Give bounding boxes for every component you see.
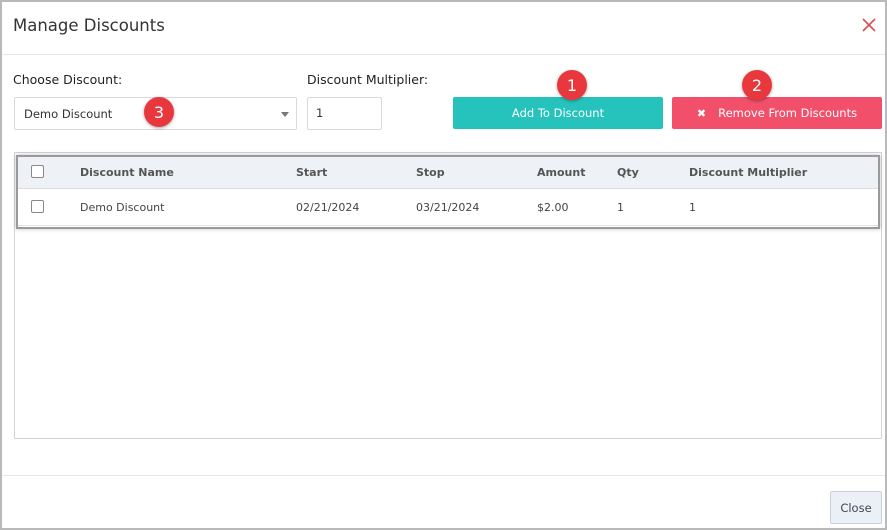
remove-from-discounts-label: Remove From Discounts bbox=[718, 106, 858, 120]
cell-discount-multiplier: 1 bbox=[689, 201, 696, 214]
add-to-discount-button[interactable]: Add To Discount bbox=[453, 97, 663, 129]
table-header-row: Discount Name Start Stop Amount Qty Disc… bbox=[18, 157, 878, 189]
manage-discounts-modal: Manage Discounts Choose Discount: Discou… bbox=[0, 0, 887, 530]
column-header-stop[interactable]: Stop bbox=[416, 157, 445, 189]
close-button-label: Close bbox=[840, 500, 872, 515]
column-header-discount-name[interactable]: Discount Name bbox=[80, 157, 174, 189]
modal-header: Manage Discounts bbox=[2, 2, 885, 55]
table-row[interactable]: Demo Discount 02/21/2024 03/21/2024 $2.0… bbox=[18, 190, 878, 226]
column-header-start[interactable]: Start bbox=[296, 157, 327, 189]
callout-badge-3: 3 bbox=[144, 97, 174, 127]
close-icon[interactable] bbox=[859, 15, 879, 35]
modal-footer-divider bbox=[2, 475, 885, 476]
choose-discount-value: Demo Discount bbox=[24, 107, 113, 121]
callout-badge-2: 2 bbox=[742, 70, 772, 100]
discount-multiplier-label: Discount Multiplier: bbox=[307, 72, 429, 87]
add-to-discount-label: Add To Discount bbox=[511, 106, 605, 120]
column-header-qty[interactable]: Qty bbox=[617, 157, 639, 189]
discounts-grid: Discount Name Start Stop Amount Qty Disc… bbox=[14, 152, 882, 439]
discount-multiplier-input[interactable]: 1 bbox=[307, 97, 382, 130]
discounts-table: Discount Name Start Stop Amount Qty Disc… bbox=[16, 155, 880, 229]
select-all-checkbox[interactable] bbox=[31, 165, 44, 178]
row-checkbox[interactable] bbox=[31, 200, 44, 213]
callout-badge-1: 1 bbox=[557, 70, 587, 100]
column-header-amount[interactable]: Amount bbox=[537, 157, 585, 189]
cell-discount-name: Demo Discount bbox=[80, 201, 165, 214]
cell-amount: $2.00 bbox=[537, 201, 569, 214]
cell-start: 02/21/2024 bbox=[296, 201, 360, 214]
cell-qty: 1 bbox=[617, 201, 624, 214]
column-header-discount-multiplier[interactable]: Discount Multiplier bbox=[689, 157, 807, 189]
chevron-down-icon bbox=[281, 112, 289, 117]
remove-from-discounts-button[interactable]: ✖ Remove From Discounts bbox=[672, 97, 882, 129]
choose-discount-label: Choose Discount: bbox=[13, 72, 123, 87]
close-button[interactable]: Close bbox=[830, 491, 882, 524]
modal-title: Manage Discounts bbox=[13, 16, 165, 35]
times-icon: ✖ bbox=[696, 106, 707, 120]
cell-stop: 03/21/2024 bbox=[416, 201, 480, 214]
